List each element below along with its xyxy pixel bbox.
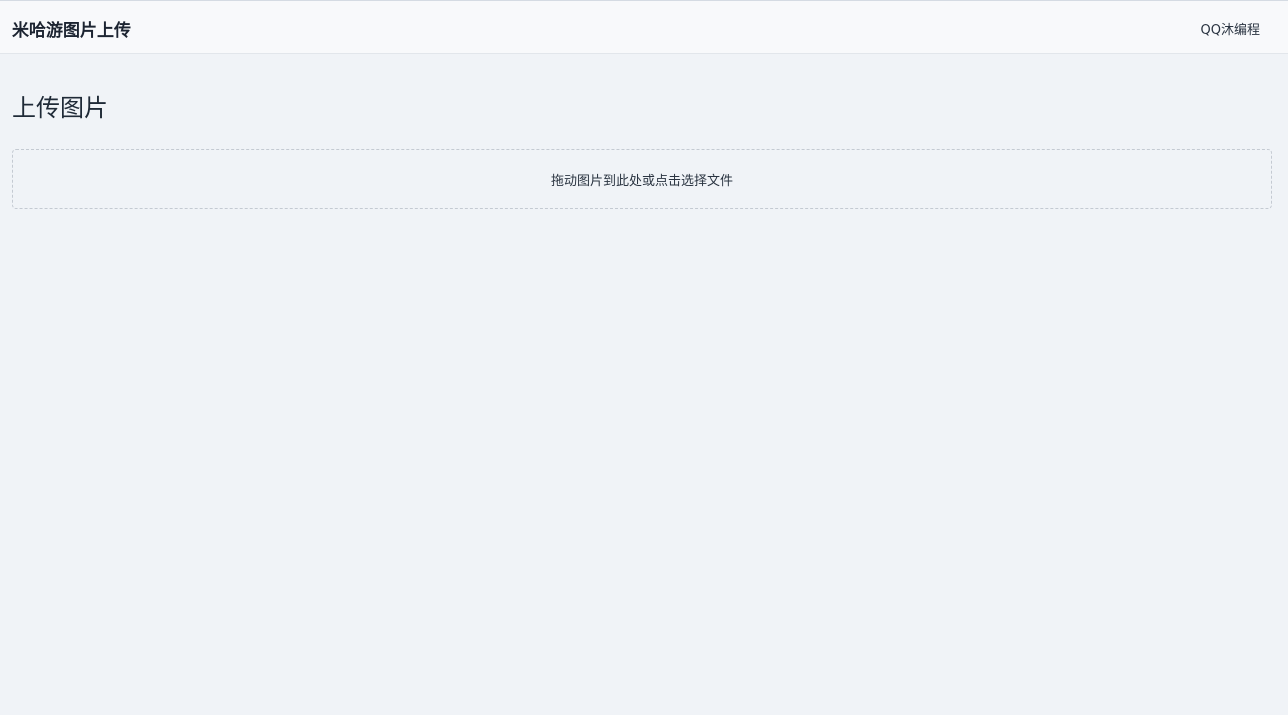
upload-dropzone[interactable]: 拖动图片到此处或点击选择文件	[12, 149, 1272, 209]
page-title: 上传图片	[12, 94, 108, 122]
nav-link-qq[interactable]: QQ沐编程	[1201, 19, 1260, 38]
dropzone-label: 拖动图片到此处或点击选择文件	[550, 173, 733, 189]
brand-title[interactable]: 米哈游图片上传	[12, 16, 131, 41]
navbar: 米哈游图片上传 QQ沐编程	[0, 1, 1288, 54]
